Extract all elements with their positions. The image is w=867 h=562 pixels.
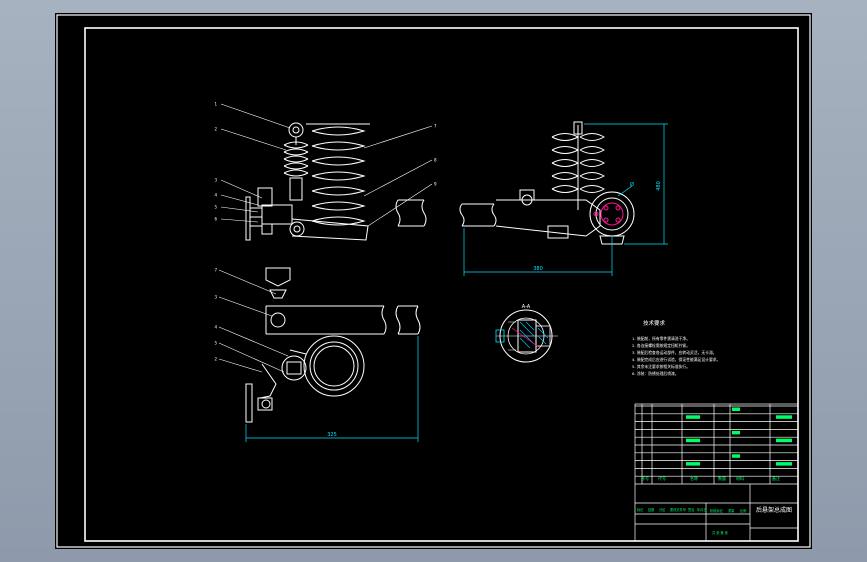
balloon-number: 8 bbox=[434, 158, 437, 163]
header-material: 材料 bbox=[736, 475, 744, 481]
front-view-balloons-right: 7 8 9 bbox=[434, 124, 437, 187]
tech-req-item: 6. 涂装：防锈处理后喷漆。 bbox=[632, 371, 679, 376]
cad-viewport[interactable]: 1 2 3 4 5 6 7 8 9 480 380 Ø 7 3 4 5 2 325 A-A 技… bbox=[0, 0, 867, 562]
bom-cell-fill bbox=[686, 462, 700, 466]
balloon-number: 3 bbox=[214, 178, 217, 183]
plan-shaft-break bbox=[381, 305, 421, 335]
title-block bbox=[634, 403, 799, 542]
stage-scale: 比例 bbox=[740, 508, 746, 513]
tech-req-item: 5. 其余未注要求按相关标准执行。 bbox=[632, 364, 690, 369]
header-qty: 数量 bbox=[718, 475, 726, 481]
header-name: 名称 bbox=[690, 475, 698, 481]
balloon-number: 1 bbox=[214, 102, 217, 107]
header-seq: 序号 bbox=[641, 475, 649, 481]
bom-cell-fill bbox=[732, 430, 740, 435]
bom-cell-fill bbox=[776, 438, 792, 443]
tech-req-item: 1. 装配前，所有零件需清洗干净。 bbox=[632, 336, 690, 341]
section-label: A-A bbox=[522, 304, 531, 310]
bom-cell-fill bbox=[686, 438, 700, 443]
balloon-number: 2 bbox=[214, 357, 217, 362]
shock-absorber bbox=[283, 137, 309, 201]
front-view-balloons-left: 1 2 3 4 5 6 bbox=[214, 102, 217, 222]
tech-req-item: 4. 装配完成后应进行试验，保证性能满足设计要求。 bbox=[632, 357, 720, 362]
sign-signature: 签名 bbox=[688, 507, 694, 512]
plan-view bbox=[245, 267, 421, 423]
section-a-a: A-A bbox=[495, 304, 558, 363]
bom-cell-fill bbox=[686, 415, 700, 419]
drawing-canvas: 1 2 3 4 5 6 7 8 9 480 380 Ø 73452 325 A-A 技术要求 … bbox=[56, 14, 811, 548]
side-view bbox=[459, 121, 635, 245]
plan-knuckle bbox=[245, 355, 307, 423]
sign-zone: 分区 bbox=[659, 507, 666, 512]
lower-control-arm bbox=[245, 187, 369, 241]
bom-cell-fill bbox=[732, 407, 740, 411]
balloon-number: 2 bbox=[214, 127, 217, 132]
half-shaft-break bbox=[395, 199, 427, 227]
technical-requirements: 技术要求 1. 装配前，所有零件需清洗干净。 2. 各连接螺栓需按规定扭矩拧紧。… bbox=[632, 319, 720, 376]
balloon-number: 4 bbox=[214, 193, 217, 198]
dimension-length-plan: 325 bbox=[327, 432, 337, 438]
header-remark: 备注 bbox=[772, 475, 780, 481]
sign-date: 年月日 bbox=[697, 507, 707, 512]
side-trailing-arm bbox=[495, 189, 601, 239]
plan-view-dimensions bbox=[245, 336, 419, 442]
side-shaft-break bbox=[459, 203, 497, 227]
balloon-number: 5 bbox=[214, 205, 217, 210]
dimension-length-side: 380 bbox=[533, 266, 543, 272]
front-view bbox=[245, 122, 427, 241]
stage-mark: 阶段标记 bbox=[710, 508, 724, 513]
bom-rows bbox=[635, 404, 798, 484]
title-block-sign: 标记 处数 分区 更改文件号 签名 年月日 阶段标记 重量 比例 共 张 第 张 bbox=[637, 507, 746, 535]
stage-weight: 重量 bbox=[728, 508, 735, 513]
sheet-count: 共 张 第 张 bbox=[712, 530, 729, 535]
bom-green-fills bbox=[686, 407, 792, 466]
bom-cell-fill bbox=[732, 454, 740, 458]
outer-frame bbox=[56, 14, 811, 548]
bom-cell-fill bbox=[776, 462, 792, 466]
plan-bump-stop bbox=[265, 267, 291, 299]
tech-req-item: 3. 装配后检查各运动部件，应转动灵活，无卡滞。 bbox=[632, 350, 717, 355]
header-code: 代号 bbox=[658, 475, 666, 481]
drawing-name: 后悬架总成图 bbox=[756, 506, 792, 514]
balloon-number: 9 bbox=[434, 182, 437, 187]
tech-req-title: 技术要求 bbox=[643, 319, 666, 327]
balloon-number: 5 bbox=[214, 341, 217, 346]
balloon-number: 6 bbox=[214, 217, 217, 222]
sign-mark: 标记 bbox=[637, 507, 644, 512]
coil-spring bbox=[306, 123, 370, 226]
dimension-diameter: Ø bbox=[630, 181, 634, 188]
shock-top-eye bbox=[288, 122, 304, 138]
bom-cell-fill bbox=[776, 415, 792, 419]
sign-count: 处数 bbox=[648, 507, 655, 512]
side-coil-spring bbox=[551, 121, 605, 210]
plan-view-balloons: 7 3 4 5 2 bbox=[214, 268, 217, 362]
balloon-number: 4 bbox=[214, 325, 217, 330]
balloon-number: 3 bbox=[214, 295, 217, 300]
plan-arm bbox=[265, 305, 384, 335]
balloon-number: 7 bbox=[434, 124, 437, 129]
dimension-height: 480 bbox=[656, 181, 662, 191]
tech-req-item: 2. 各连接螺栓需按规定扭矩拧紧。 bbox=[632, 343, 690, 348]
balloon-number: 7 bbox=[214, 268, 217, 273]
drawing-sheet: 1 2 3 4 5 6 7 8 9 480 380 Ø 7 3 4 5 2 325 A-A 技… bbox=[55, 13, 812, 549]
sign-change: 更改文件号 bbox=[670, 507, 686, 512]
